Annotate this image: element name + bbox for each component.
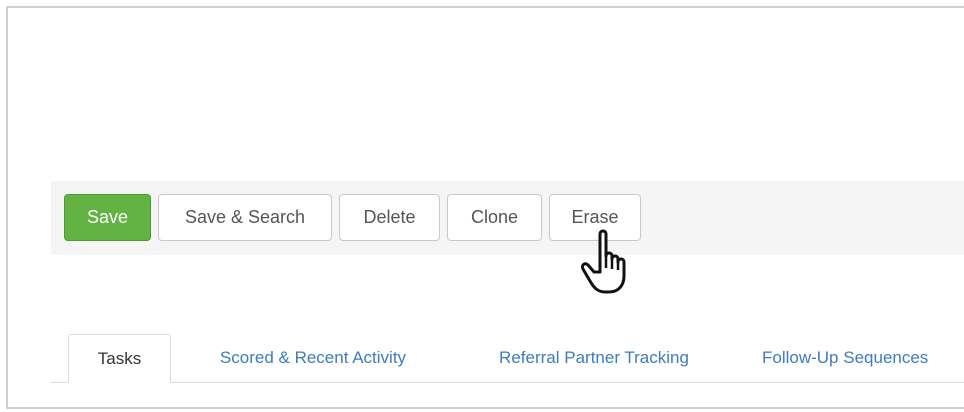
tab-referral-partner-tracking[interactable]: Referral Partner Tracking xyxy=(471,334,717,382)
tab-follow-up-sequences[interactable]: Follow-Up Sequences xyxy=(751,334,964,382)
hand-pointer-icon xyxy=(581,229,626,294)
save-and-search-button[interactable]: Save & Search xyxy=(158,194,332,241)
tab-tasks[interactable]: Tasks xyxy=(68,334,171,383)
save-button[interactable]: Save xyxy=(64,194,151,241)
delete-button[interactable]: Delete xyxy=(339,194,440,241)
clone-button[interactable]: Clone xyxy=(447,194,542,241)
tab-bar: Tasks Scored & Recent Activity Referral … xyxy=(51,334,964,383)
tab-scored-recent-activity[interactable]: Scored & Recent Activity xyxy=(191,334,435,382)
